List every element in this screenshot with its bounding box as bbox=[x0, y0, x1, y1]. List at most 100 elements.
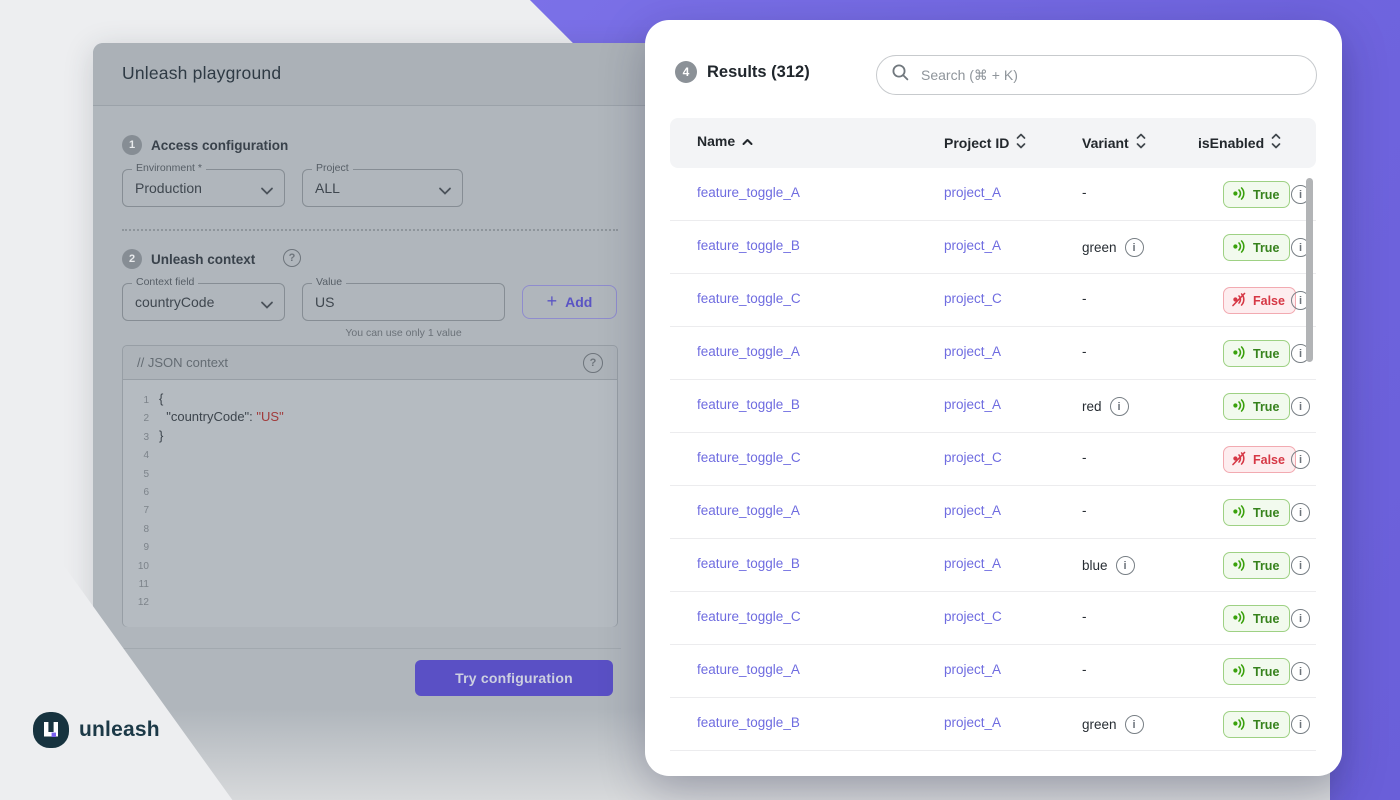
variant-cell: - bbox=[1082, 503, 1087, 518]
column-label: isEnabled bbox=[1198, 135, 1264, 151]
project-id-link[interactable]: project_A bbox=[944, 344, 1001, 359]
project-id-link[interactable]: project_A bbox=[944, 662, 1001, 677]
variant-value: green bbox=[1082, 717, 1117, 732]
step-1-badge: 1 bbox=[122, 135, 142, 155]
row-info-icon[interactable]: i bbox=[1291, 662, 1310, 681]
isenabled-badge: True bbox=[1223, 181, 1290, 208]
project-id-link[interactable]: project_C bbox=[944, 609, 1002, 624]
json-help-icon[interactable]: ? bbox=[583, 353, 603, 373]
feature-name-link[interactable]: feature_toggle_C bbox=[697, 609, 801, 624]
row-info-icon[interactable]: i bbox=[1291, 397, 1310, 416]
feature-name-link[interactable]: feature_toggle_B bbox=[697, 556, 800, 571]
json-context-editor[interactable]: // JSON context ? 123456789101112 { "cou… bbox=[122, 345, 618, 627]
feature-name-link[interactable]: feature_toggle_C bbox=[697, 450, 801, 465]
project-select[interactable]: Project ALL bbox=[302, 169, 463, 207]
row-info-icon[interactable]: i bbox=[1291, 503, 1310, 522]
results-title: Results (312) bbox=[707, 63, 810, 82]
isenabled-label: True bbox=[1253, 347, 1279, 361]
variant-cell: - bbox=[1082, 185, 1087, 200]
feature-name-link[interactable]: feature_toggle_A bbox=[697, 344, 800, 359]
variant-info-icon[interactable]: i bbox=[1116, 556, 1135, 575]
results-step-badge: 4 bbox=[675, 61, 697, 83]
search-bar[interactable] bbox=[876, 55, 1317, 95]
variant-cell: blue i bbox=[1082, 556, 1135, 575]
project-id-link[interactable]: project_A bbox=[944, 503, 1001, 518]
table-row: feature_toggle_B project_A blue i True i bbox=[670, 539, 1316, 592]
unleash-brand: unleash bbox=[33, 712, 160, 748]
project-id-link[interactable]: project_A bbox=[944, 556, 1001, 571]
sort-asc-icon bbox=[742, 133, 753, 149]
feature-name-link[interactable]: feature_toggle_A bbox=[697, 662, 800, 677]
enabled-broadcast-icon bbox=[1232, 239, 1247, 257]
project-id-link[interactable]: project_C bbox=[944, 450, 1002, 465]
sort-both-icon bbox=[1271, 133, 1281, 152]
table-row: feature_toggle_C project_C - False i bbox=[670, 433, 1316, 486]
json-editor-title: // JSON context bbox=[137, 355, 228, 370]
context-field-select[interactable]: Context field countryCode bbox=[122, 283, 285, 321]
column-label: Name bbox=[697, 133, 735, 149]
column-label: Variant bbox=[1082, 135, 1129, 151]
table-row: feature_toggle_B project_A red i True i bbox=[670, 380, 1316, 433]
column-header-name[interactable]: Name bbox=[697, 133, 753, 149]
feature-name-link[interactable]: feature_toggle_A bbox=[697, 503, 800, 518]
table-row: feature_toggle_B project_A green i True … bbox=[670, 698, 1316, 751]
results-table-body: feature_toggle_A project_A - True i feat… bbox=[670, 168, 1316, 751]
context-value-label: Value bbox=[312, 276, 346, 288]
project-id-link[interactable]: project_A bbox=[944, 238, 1001, 253]
column-header-isenabled[interactable]: isEnabled bbox=[1198, 133, 1281, 152]
isenabled-label: True bbox=[1253, 241, 1279, 255]
project-label: Project bbox=[312, 162, 353, 174]
isenabled-label: True bbox=[1253, 718, 1279, 732]
row-info-icon[interactable]: i bbox=[1291, 609, 1310, 628]
variant-info-icon[interactable]: i bbox=[1125, 238, 1144, 257]
variant-value: - bbox=[1082, 185, 1087, 200]
context-value-field[interactable]: Value US bbox=[302, 283, 505, 321]
feature-name-link[interactable]: feature_toggle_B bbox=[697, 397, 800, 412]
try-configuration-button[interactable]: Try configuration bbox=[415, 660, 613, 696]
column-header-variant[interactable]: Variant bbox=[1082, 133, 1146, 152]
enabled-broadcast-icon bbox=[1232, 345, 1247, 363]
row-info-icon[interactable]: i bbox=[1291, 715, 1310, 734]
json-editor-header: // JSON context ? bbox=[123, 346, 617, 380]
row-info-icon[interactable]: i bbox=[1291, 556, 1310, 575]
project-id-link[interactable]: project_C bbox=[944, 291, 1002, 306]
sort-both-icon bbox=[1136, 133, 1146, 152]
search-input[interactable] bbox=[921, 67, 1302, 83]
project-value: ALL bbox=[315, 180, 340, 196]
project-id-link[interactable]: project_A bbox=[944, 397, 1001, 412]
table-scrollbar[interactable] bbox=[1306, 178, 1313, 362]
context-field-value: countryCode bbox=[135, 294, 214, 310]
feature-name-link[interactable]: feature_toggle_C bbox=[697, 291, 801, 306]
column-header-project-id[interactable]: Project ID bbox=[944, 133, 1026, 152]
variant-value: - bbox=[1082, 291, 1087, 306]
variant-cell: - bbox=[1082, 609, 1087, 624]
isenabled-label: True bbox=[1253, 506, 1279, 520]
environment-select[interactable]: Environment * Production bbox=[122, 169, 285, 207]
feature-name-link[interactable]: feature_toggle_A bbox=[697, 185, 800, 200]
row-info-icon[interactable]: i bbox=[1291, 450, 1310, 469]
json-code[interactable]: { "countryCode": "US"} bbox=[159, 390, 284, 445]
context-field-label: Context field bbox=[132, 276, 198, 288]
page-title: Unleash playground bbox=[122, 63, 281, 84]
environment-label: Environment * bbox=[132, 162, 206, 174]
isenabled-badge: True bbox=[1223, 605, 1290, 632]
json-editor-body[interactable]: 123456789101112 { "countryCode": "US"} bbox=[123, 380, 617, 627]
variant-info-icon[interactable]: i bbox=[1110, 397, 1129, 416]
add-context-button[interactable]: + Add bbox=[522, 285, 617, 319]
variant-value: green bbox=[1082, 240, 1117, 255]
enabled-broadcast-icon bbox=[1232, 504, 1247, 522]
context-help-icon[interactable]: ? bbox=[283, 249, 301, 267]
project-id-link[interactable]: project_A bbox=[944, 715, 1001, 730]
context-value-text: US bbox=[315, 294, 334, 310]
table-row: feature_toggle_B project_A green i True … bbox=[670, 221, 1316, 274]
footer-divider bbox=[117, 648, 621, 649]
enabled-broadcast-icon bbox=[1232, 186, 1247, 204]
unleash-context-heading: Unleash context bbox=[151, 252, 255, 267]
feature-name-link[interactable]: feature_toggle_B bbox=[697, 715, 800, 730]
project-id-link[interactable]: project_A bbox=[944, 185, 1001, 200]
variant-info-icon[interactable]: i bbox=[1125, 715, 1144, 734]
table-row: feature_toggle_A project_A - True i bbox=[670, 486, 1316, 539]
sort-both-icon bbox=[1016, 133, 1026, 152]
feature-name-link[interactable]: feature_toggle_B bbox=[697, 238, 800, 253]
enabled-broadcast-icon bbox=[1232, 716, 1247, 734]
